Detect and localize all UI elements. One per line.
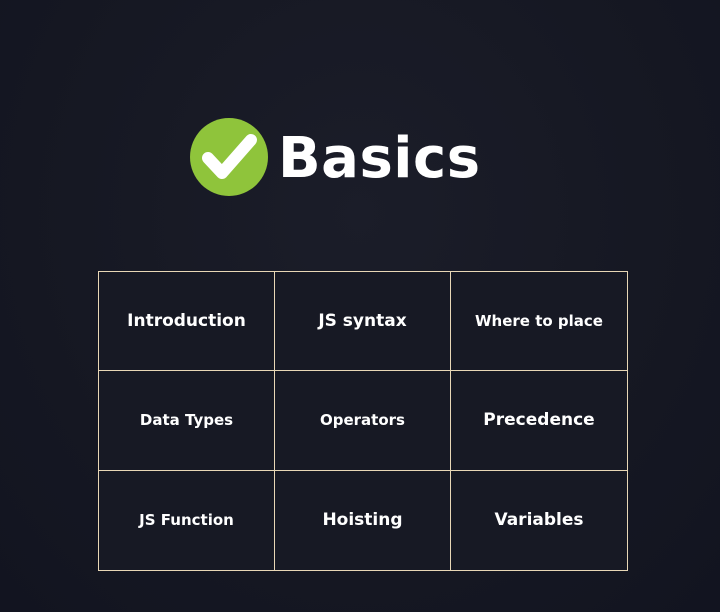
topic-label: JS Function bbox=[139, 511, 234, 530]
background: Basics Introduction JS syntax Where to p… bbox=[0, 0, 720, 612]
topic-cell-operators: Operators bbox=[275, 371, 451, 471]
topic-cell-introduction: Introduction bbox=[99, 272, 275, 372]
topic-cell-js-syntax: JS syntax bbox=[275, 272, 451, 372]
topic-label: Where to place bbox=[475, 312, 603, 331]
topic-cell-js-function: JS Function bbox=[99, 470, 275, 570]
topic-cell-where-to-place: Where to place bbox=[451, 272, 627, 372]
topic-label: Introduction bbox=[127, 311, 246, 332]
topic-grid: Introduction JS syntax Where to place Da… bbox=[98, 271, 628, 571]
topic-cell-variables: Variables bbox=[451, 470, 627, 570]
page-title: Basics bbox=[278, 126, 481, 191]
topic-cell-data-types: Data Types bbox=[99, 371, 275, 471]
topic-label: Precedence bbox=[483, 410, 595, 431]
topic-cell-precedence: Precedence bbox=[451, 371, 627, 471]
topic-label: Data Types bbox=[139, 411, 234, 430]
topic-label: Hoisting bbox=[322, 510, 403, 531]
topic-label: JS syntax bbox=[318, 311, 407, 332]
topic-cell-hoisting: Hoisting bbox=[275, 470, 451, 570]
topic-label: Operators bbox=[320, 411, 405, 430]
title-group: Basics bbox=[188, 112, 481, 202]
check-circle-icon bbox=[190, 118, 268, 196]
topic-label: Variables bbox=[494, 510, 584, 531]
